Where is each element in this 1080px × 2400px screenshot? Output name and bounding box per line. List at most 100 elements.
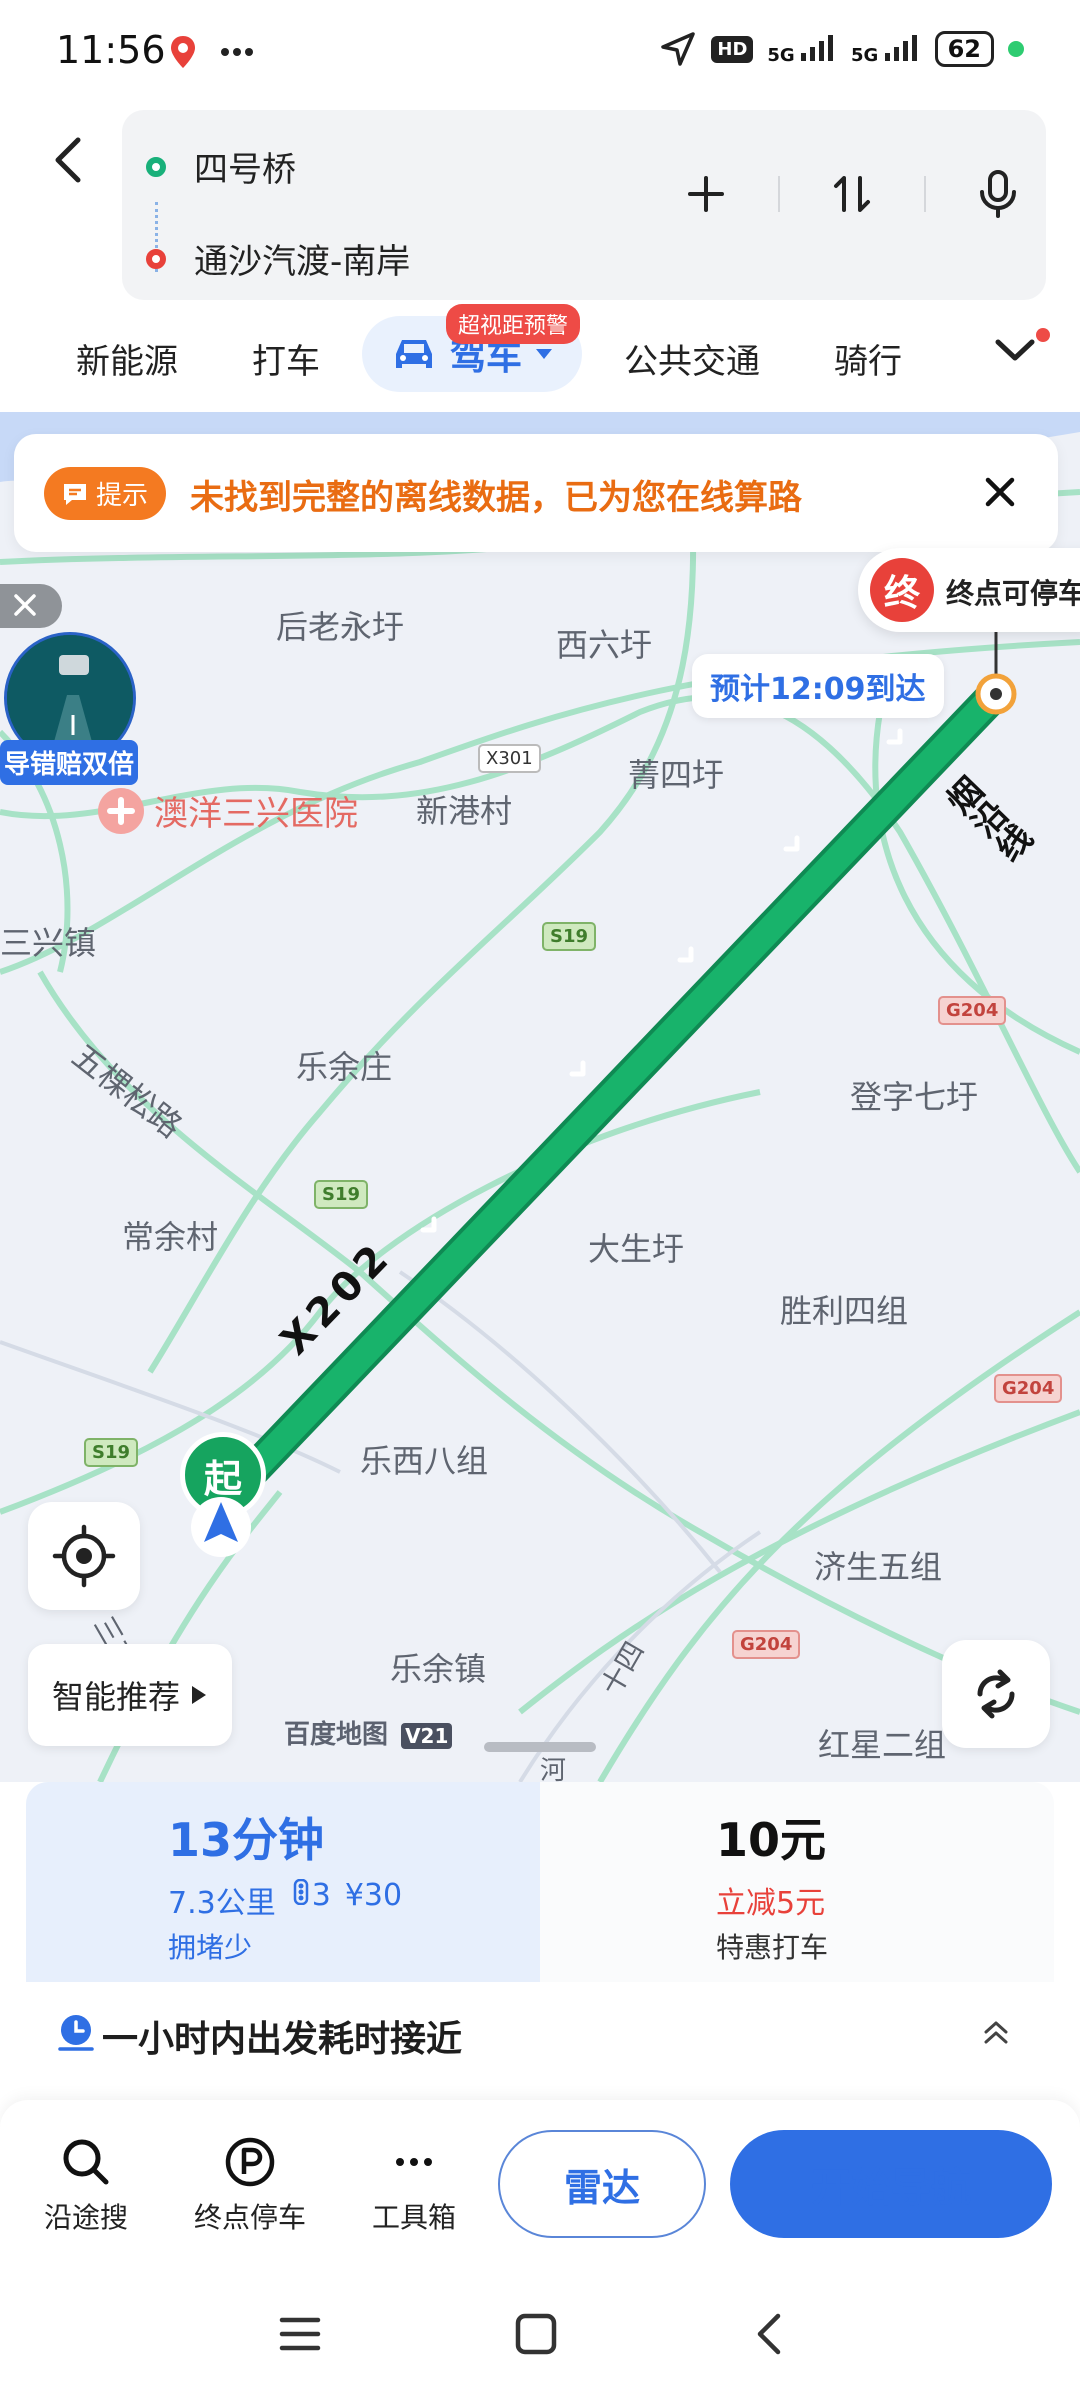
taxi-price: 10元 [716, 1813, 827, 1867]
road-tag-s19: S19 [314, 1180, 369, 1209]
more-notifications-icon [221, 48, 253, 56]
place-label: 大生圩 [588, 1230, 685, 1268]
hd-voice-badge: HD [711, 35, 754, 63]
voice-input-button[interactable] [970, 166, 1026, 222]
plus-icon [688, 176, 724, 212]
notice-badge-label: 提示 [96, 481, 149, 511]
route-option-driving[interactable]: 13分钟 7.3公里 3 ¥30 拥堵少 [26, 1782, 540, 1982]
close-icon [14, 594, 36, 616]
hospital-name: 澳洋三兴医院 [154, 794, 358, 834]
double-chevron-up-icon[interactable] [978, 2014, 1014, 2050]
search-icon [63, 2139, 109, 2185]
more-modes-button[interactable] [990, 328, 1050, 378]
tab-cycling[interactable]: 骑行 [834, 334, 902, 383]
add-waypoint-button[interactable] [678, 166, 734, 222]
status-notification-icons [168, 34, 254, 70]
destination-marker[interactable]: 终 终点可停车 [858, 548, 1080, 632]
destination-row[interactable]: 通沙汽渡-南岸 [146, 234, 410, 283]
tab-drive-badge: 超视距预警 [446, 304, 581, 344]
destination-parking-button[interactable]: 终点停车 [180, 2136, 320, 2236]
play-triangle-icon [192, 1686, 207, 1704]
parking-icon [225, 2137, 275, 2187]
watermark-version: V21 [401, 1723, 453, 1749]
origin-row[interactable]: 四号桥 [146, 142, 296, 191]
dropdown-caret-icon [536, 349, 552, 359]
toolbox-button[interactable]: 工具箱 [344, 2136, 484, 2236]
battery-indicator: 62 [934, 31, 994, 67]
map-view[interactable]: X202 烟沿线 后老永圩 西六圩 菁四圩 新港村 三兴镇 五棵松路 乐余庄 登… [0, 412, 1080, 1782]
start-navigation-button[interactable]: 开始导航 [730, 2130, 1052, 2238]
divider [924, 176, 926, 212]
destination-dot-icon [146, 248, 166, 269]
menu-icon[interactable] [270, 2304, 330, 2364]
locate-me-button[interactable] [28, 1502, 140, 1610]
road-tag-s19: S19 [542, 922, 597, 951]
route-option-taxi[interactable]: 10元 立减5元 特惠打车 [540, 1782, 1054, 1982]
ad-close-button[interactable] [0, 584, 62, 628]
route-fee: ¥30 [344, 1878, 403, 1913]
toolbox-label: 工具箱 [371, 2201, 456, 2234]
notice-close-button[interactable] [978, 470, 1022, 514]
status-time: 11:56 [56, 28, 166, 72]
panel-drag-handle[interactable] [484, 1742, 596, 1752]
destination-text: 通沙汽渡-南岸 [194, 242, 411, 282]
radar-button[interactable]: 雷达 [498, 2130, 706, 2238]
place-label: 新港村 [416, 792, 513, 830]
clock-icon [58, 2015, 94, 2051]
smart-recommend-button[interactable]: 智能推荐 [28, 1644, 233, 1746]
origin-text: 四号桥 [194, 150, 296, 190]
taxi-service: 特惠打车 [716, 1931, 829, 1964]
map-watermark: 百度地图 V21 [284, 1714, 453, 1751]
back-arrow-icon [55, 137, 81, 183]
place-label: 西六圩 [556, 626, 653, 664]
eta-bubble: 预计12:09到达 [692, 654, 944, 718]
offline-data-notice: 提示 未找到完整的离线数据，已为您在线算路 [14, 434, 1058, 552]
back-button[interactable] [44, 130, 94, 190]
signal-bars-icon [801, 34, 833, 61]
car-icon [395, 340, 432, 368]
promo-label[interactable]: 导错赔双倍 [0, 740, 139, 785]
home-square-icon[interactable] [506, 2304, 566, 2364]
more-dots-icon [396, 2158, 432, 2166]
place-label: 乐余镇 [390, 1650, 487, 1688]
route-results-panel: 13分钟 7.3公里 3 ¥30 拥堵少 10元 立减5元 特惠打车 一小时内出… [26, 1782, 1054, 2082]
swap-route-button[interactable] [824, 166, 880, 222]
signal-bars-icon [884, 34, 917, 61]
watermark-text: 百度地图 [284, 1720, 389, 1750]
location-arrow-icon [661, 32, 696, 66]
place-label: 登字七圩 [850, 1078, 979, 1116]
tab-new-energy[interactable]: 新能源 [76, 334, 178, 383]
place-label: 红星二组 [818, 1726, 947, 1764]
departure-tip-row[interactable]: 一小时内出发耗时接近 [26, 1982, 1054, 2082]
hospital-poi[interactable]: 澳洋三兴医院 [98, 786, 358, 835]
chevron-down-icon [995, 339, 1035, 361]
route-meta: 7.3公里 3 ¥30 [168, 1878, 402, 1922]
road-tag-g204: G204 [938, 996, 1007, 1025]
place-label: 河 [540, 1756, 567, 1782]
road-tag-s19: S19 [84, 1438, 139, 1467]
along-search-label: 沿途搜 [43, 2201, 128, 2234]
map-pin-notification-icon [171, 36, 195, 68]
divider [778, 176, 780, 212]
place-label: 常余村 [122, 1218, 219, 1256]
tab-taxi[interactable]: 打车 [252, 334, 320, 383]
taxi-discount: 立减5元 [716, 1886, 826, 1921]
refresh-route-button[interactable] [942, 1640, 1050, 1748]
back-triangle-icon[interactable] [740, 2304, 800, 2364]
along-search-button[interactable]: 沿途搜 [16, 2136, 156, 2236]
hospital-cross-icon [98, 787, 144, 834]
status-right: HD 5G 5G 62 [659, 30, 1024, 68]
destination-parking-label: 终点停车 [193, 2201, 306, 2234]
signal-5g-1: 5G [767, 33, 837, 66]
route-input-card: 四号桥 通沙汽渡-南岸 [122, 110, 1046, 300]
traffic-lights: 3 [290, 1878, 331, 1922]
place-label: 济生五组 [814, 1548, 943, 1586]
privacy-indicator-dot [1008, 41, 1024, 57]
destination-parking-label: 终点可停车 [946, 577, 1080, 610]
tab-public-transit[interactable]: 公共交通 [624, 334, 760, 383]
route-distance: 7.3公里 [168, 1886, 276, 1921]
new-indicator-dot [1036, 328, 1050, 342]
refresh-icon [977, 1669, 1015, 1719]
bottom-action-bar: 沿途搜 终点停车 工具箱 雷达 开始导航 [0, 2100, 1080, 2270]
origin-dot-icon [146, 156, 166, 177]
